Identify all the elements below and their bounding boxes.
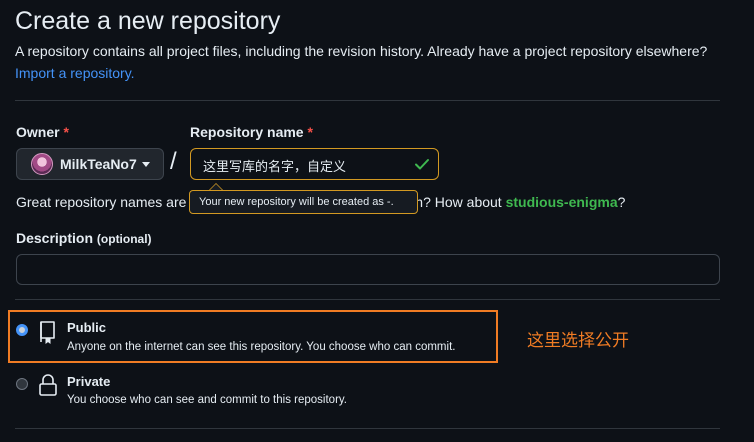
description-label-text: Description	[16, 230, 94, 246]
tooltip-arrow	[209, 183, 223, 190]
page-description: A repository contains all project files,…	[15, 43, 708, 59]
owner-repo-separator: /	[170, 148, 177, 175]
divider	[15, 100, 720, 101]
suggestion-suffix: ?	[617, 194, 626, 210]
optional-tag: (optional)	[96, 232, 152, 246]
private-radio[interactable]	[16, 378, 28, 390]
suggested-name-link[interactable]: studious-enigma	[506, 194, 618, 210]
private-description: You choose who can see and commit to thi…	[67, 394, 347, 406]
chevron-down-icon	[141, 161, 150, 167]
import-repository-link[interactable]: Import a repository.	[15, 65, 135, 81]
required-mark: *	[307, 124, 313, 140]
public-option-highlight	[8, 310, 498, 363]
suggestion-middle: n? How about	[415, 194, 506, 210]
repo-name-field[interactable]	[190, 148, 439, 181]
annotation-text: 这里选择公开	[527, 331, 629, 351]
description-field[interactable]	[16, 254, 720, 286]
owner-name: MilkTeaNo7	[60, 156, 137, 172]
repo-name-tooltip: Your new repository will be created as -…	[189, 190, 418, 214]
divider	[15, 299, 720, 300]
description-label: Description (optional)	[16, 230, 152, 246]
lock-icon	[39, 374, 57, 396]
page-title: Create a new repository	[15, 7, 281, 35]
owner-label-text: Owner	[16, 124, 60, 140]
suggestion-prefix: Great repository names are s	[16, 194, 198, 210]
check-icon	[415, 159, 429, 170]
owner-label: Owner *	[16, 124, 69, 140]
owner-dropdown[interactable]: MilkTeaNo7	[16, 148, 164, 180]
repo-name-label: Repository name *	[190, 124, 313, 140]
description-input[interactable]	[17, 255, 709, 286]
required-mark: *	[63, 124, 69, 140]
repo-name-input[interactable]	[191, 149, 415, 181]
private-title: Private	[67, 374, 111, 389]
divider	[15, 428, 720, 429]
avatar	[31, 153, 53, 175]
repo-name-label-text: Repository name	[190, 124, 304, 140]
